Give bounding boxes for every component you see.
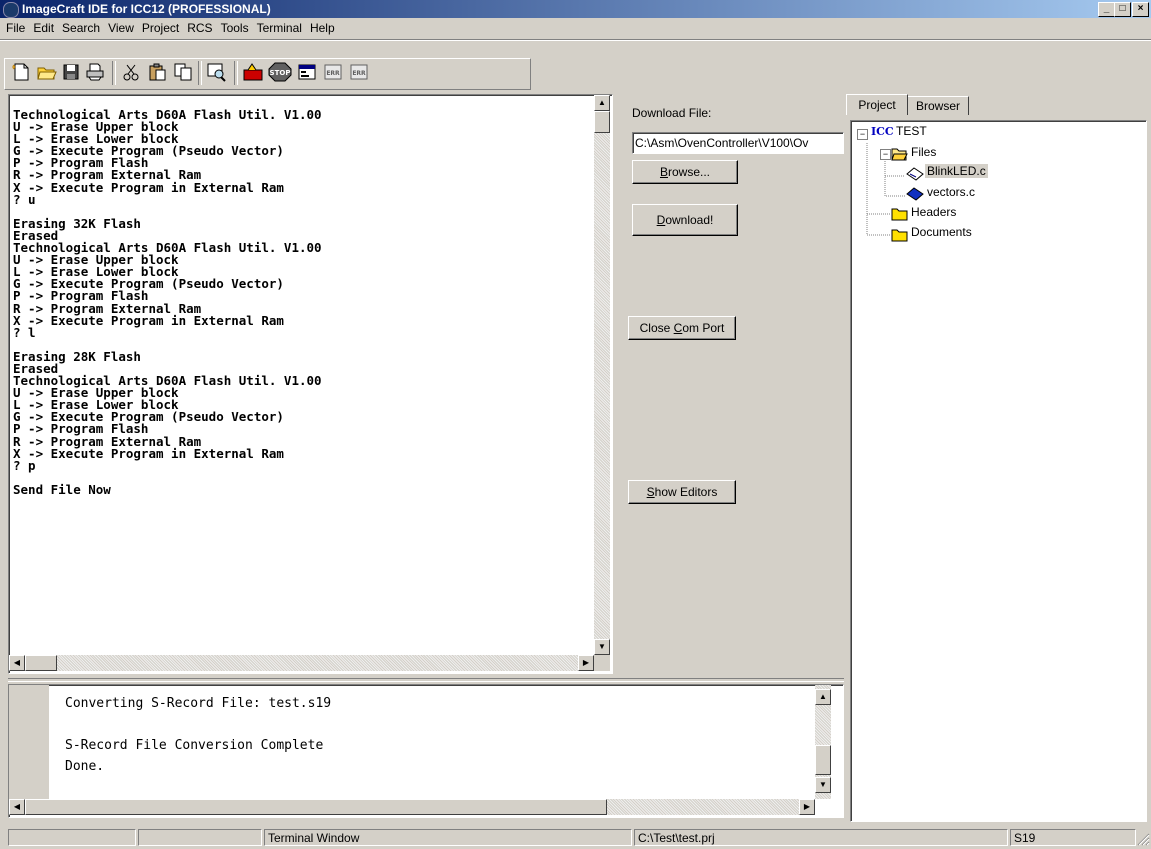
scroll-up-icon[interactable]: ▲ bbox=[594, 95, 610, 111]
menu-bar: File Edit Search View Project RCS Tools Termina… bbox=[0, 18, 1151, 38]
scroll-left-icon[interactable]: ◀ bbox=[9, 655, 25, 671]
build-icon[interactable] bbox=[242, 62, 264, 84]
output-gutter bbox=[9, 685, 49, 799]
minimize-button[interactable]: _ bbox=[1098, 2, 1115, 17]
scroll-right-icon[interactable]: ▶ bbox=[578, 655, 594, 671]
status-pane-2 bbox=[138, 829, 262, 846]
menu-view[interactable]: View bbox=[104, 18, 138, 38]
save-icon[interactable] bbox=[60, 62, 82, 84]
paste-icon[interactable] bbox=[146, 62, 168, 84]
terminal-vertical-scrollbar[interactable]: ▲ ▼ bbox=[594, 95, 610, 655]
status-pane-terminal: Terminal Window bbox=[264, 829, 632, 846]
app-icon bbox=[3, 2, 19, 18]
tree-item-vectors[interactable]: vectors.c bbox=[927, 185, 975, 199]
collapse-icon[interactable]: − bbox=[880, 149, 891, 160]
open-folder-icon[interactable] bbox=[36, 62, 58, 84]
project-tree[interactable]: − ICC TEST − Files BlinkLED.c vectors.c … bbox=[850, 120, 1147, 822]
menu-search[interactable]: Search bbox=[58, 18, 104, 38]
menu-edit[interactable]: Edit bbox=[29, 18, 58, 38]
status-pane-project-path: C:\Test\test.prj bbox=[634, 829, 1008, 846]
window-title: ImageCraft IDE for ICC12 (PROFESSIONAL) bbox=[22, 2, 271, 16]
terminal-horizontal-scrollbar[interactable]: ◀ ▶ bbox=[9, 655, 594, 671]
tab-browser[interactable]: Browser bbox=[907, 96, 969, 115]
status-pane-1 bbox=[8, 829, 136, 846]
scroll-corner bbox=[594, 655, 610, 671]
output-vertical-scrollbar[interactable]: ▲ ▼ bbox=[815, 685, 831, 799]
output-line: Converting S-Record File: test.s19 bbox=[65, 696, 332, 711]
tab-project[interactable]: Project bbox=[846, 94, 908, 115]
open-folder-icon bbox=[891, 148, 908, 161]
print-icon[interactable] bbox=[84, 62, 106, 84]
compile-icon[interactable] bbox=[296, 62, 318, 84]
download-file-label: Download File: bbox=[632, 106, 712, 120]
menu-divider bbox=[0, 39, 1151, 41]
browse-button[interactable]: Browse... bbox=[632, 160, 738, 184]
scroll-up-icon[interactable]: ▲ bbox=[815, 689, 831, 705]
svg-text:ERR: ERR bbox=[352, 70, 366, 77]
toolbar-separator bbox=[234, 61, 238, 85]
tree-item-headers[interactable]: Headers bbox=[911, 205, 956, 219]
close-button[interactable]: × bbox=[1132, 2, 1149, 17]
download-button[interactable]: Download! bbox=[632, 204, 738, 236]
svg-text:ERR: ERR bbox=[326, 70, 340, 77]
collapse-icon[interactable]: − bbox=[857, 129, 868, 140]
tree-item-blinkled[interactable]: BlinkLED.c bbox=[925, 164, 988, 178]
error-next-icon[interactable]: ERR bbox=[348, 62, 370, 84]
output-horizontal-scrollbar[interactable]: ◀ ▶ bbox=[9, 799, 815, 815]
tree-item-documents[interactable]: Documents bbox=[911, 225, 972, 239]
scroll-down-icon[interactable]: ▼ bbox=[815, 777, 831, 793]
menu-terminal[interactable]: Terminal bbox=[253, 18, 306, 38]
copy-icon[interactable] bbox=[172, 62, 194, 84]
menu-project[interactable]: Project bbox=[138, 18, 183, 38]
tree-item-files[interactable]: Files bbox=[911, 145, 936, 159]
show-editors-button[interactable]: Show Editors bbox=[628, 480, 736, 504]
find-icon[interactable] bbox=[206, 62, 228, 84]
toolbar-separator bbox=[112, 61, 116, 85]
scroll-thumb[interactable] bbox=[25, 655, 57, 671]
c-file-icon bbox=[906, 167, 924, 181]
title-bar[interactable]: ImageCraft IDE for ICC12 (PROFESSIONAL) … bbox=[0, 0, 1151, 18]
scroll-down-icon[interactable]: ▼ bbox=[594, 639, 610, 655]
new-file-icon[interactable] bbox=[10, 62, 32, 84]
status-pane-format: S19 bbox=[1010, 829, 1136, 846]
folder-icon bbox=[891, 208, 908, 221]
project-root[interactable]: TEST bbox=[896, 124, 927, 138]
scroll-left-icon[interactable]: ◀ bbox=[9, 799, 25, 815]
terminal-window[interactable]: Technological Arts D60A Flash Util. V1.0… bbox=[8, 94, 613, 674]
icc-project-icon: ICC bbox=[871, 125, 894, 138]
scroll-thumb[interactable] bbox=[25, 799, 607, 815]
cut-icon[interactable] bbox=[120, 62, 142, 84]
terminal-output: Technological Arts D60A Flash Util. V1.0… bbox=[13, 107, 322, 497]
output-line: S-Record File Conversion Complete bbox=[65, 738, 324, 753]
stop-icon[interactable]: STOP bbox=[268, 62, 292, 84]
scroll-thumb[interactable] bbox=[815, 745, 831, 775]
folder-icon bbox=[891, 229, 908, 242]
resize-grip-icon[interactable] bbox=[1136, 832, 1150, 846]
svg-text:STOP: STOP bbox=[270, 69, 291, 77]
download-path-input[interactable]: C:\Asm\OvenController\V100\Ov bbox=[632, 132, 844, 154]
output-line: Done. bbox=[65, 759, 105, 774]
error-prev-icon[interactable]: ERR bbox=[322, 62, 344, 84]
scroll-thumb[interactable] bbox=[594, 111, 610, 133]
menu-rcs[interactable]: RCS bbox=[183, 18, 216, 38]
menu-tools[interactable]: Tools bbox=[217, 18, 253, 38]
menu-file[interactable]: File bbox=[0, 18, 29, 38]
maximize-button[interactable]: □ bbox=[1114, 2, 1131, 17]
toolbar-separator bbox=[198, 61, 202, 85]
splitter[interactable] bbox=[8, 678, 844, 682]
c-file-icon bbox=[906, 187, 924, 201]
scroll-right-icon[interactable]: ▶ bbox=[799, 799, 815, 815]
close-com-port-button[interactable]: Close Com Port bbox=[628, 316, 736, 340]
download-panel: Download File: C:\Asm\OvenController\V10… bbox=[612, 94, 844, 678]
output-window[interactable]: Converting S-Record File: test.s19 S-Rec… bbox=[8, 684, 844, 818]
menu-help[interactable]: Help bbox=[306, 18, 339, 38]
